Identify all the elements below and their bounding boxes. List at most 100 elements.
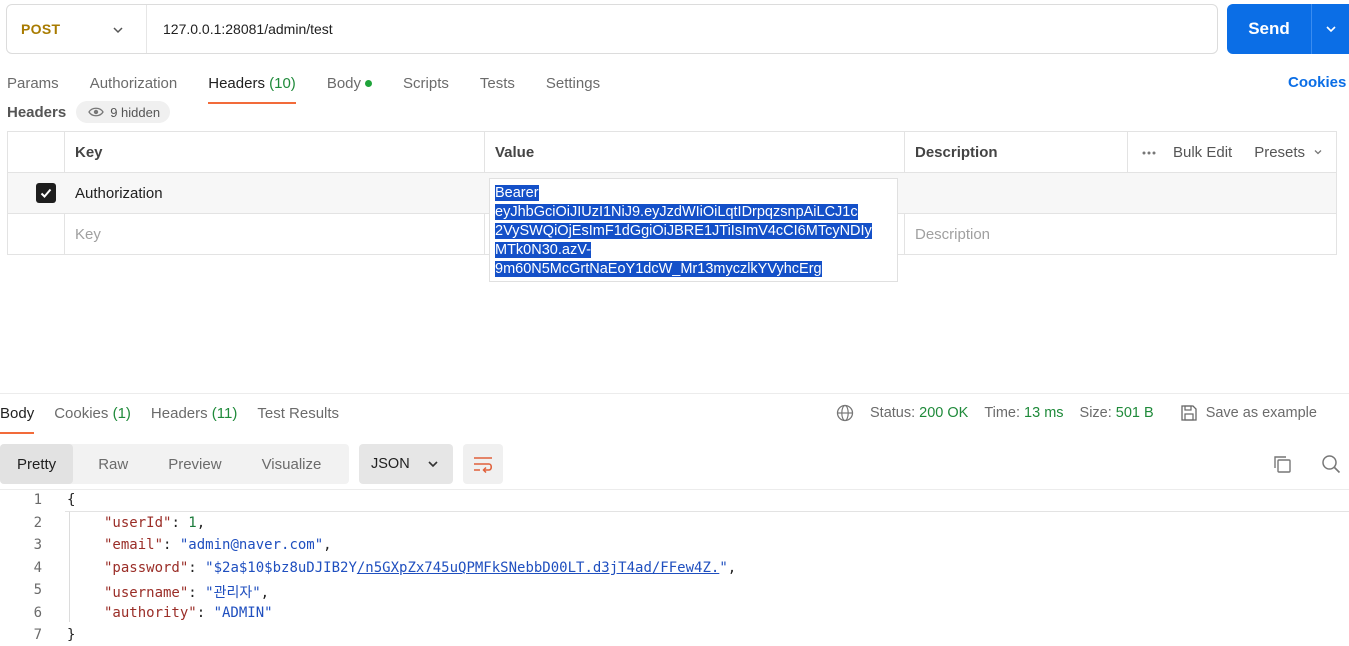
new-key-input[interactable]: Key — [75, 214, 101, 254]
more-options-icon[interactable] — [1141, 150, 1157, 156]
search-icon[interactable] — [1321, 454, 1341, 474]
chevron-down-icon — [428, 461, 438, 468]
tab-count: (10) — [269, 75, 296, 92]
tab-headers[interactable]: Headers (10) — [208, 70, 296, 104]
open-brace: { — [67, 492, 76, 508]
cookies-link[interactable]: Cookies — [1288, 74, 1346, 91]
view-tab-preview[interactable]: Preview — [153, 444, 236, 484]
tab-settings[interactable]: Settings — [546, 70, 600, 104]
save-icon — [1181, 405, 1197, 421]
response-tab-test-results[interactable]: Test Results — [257, 402, 339, 434]
send-button[interactable]: Send — [1227, 4, 1311, 54]
response-body-editor[interactable]: 1 2 3 4 5 6 7 { "userId": 1, "email": "a… — [0, 489, 1349, 646]
url-bar: POST 127.0.0.1:28081/admin/test — [6, 4, 1218, 54]
headers-title: Headers — [7, 103, 67, 121]
tab-label: Params — [7, 75, 59, 92]
view-tab-visualize[interactable]: Visualize — [247, 444, 337, 484]
row-checkbox[interactable] — [36, 173, 56, 213]
chevron-down-icon — [113, 27, 123, 34]
tab-body[interactable]: Body — [326, 70, 373, 104]
check-icon — [40, 188, 52, 198]
column-header-key: Key — [75, 143, 103, 161]
status-value[interactable]: 200 OK — [919, 405, 968, 421]
modified-dot-icon — [365, 79, 373, 87]
copy-icon[interactable] — [1272, 454, 1292, 474]
tab-label: Headers — [208, 75, 265, 92]
response-tab-body[interactable]: Body — [0, 402, 35, 434]
column-header-value: Value — [495, 143, 535, 161]
globe-icon[interactable] — [836, 404, 854, 422]
wrap-lines-button[interactable] — [463, 444, 503, 484]
method-select[interactable]: POST — [7, 5, 147, 53]
code-line: { — [67, 492, 75, 508]
size-value[interactable]: 501 B — [1116, 405, 1154, 421]
value-line: 2VySWQiOjEsImF1dGgiOiJBRE1JTiIsImV4cCI6M… — [495, 223, 872, 239]
code-line: "authority": "ADMIN" — [104, 605, 273, 621]
json-value: "admin@naver.com" — [179, 537, 324, 553]
value-line: MTk0N30.azV- — [495, 242, 591, 258]
tab-label: Authorization — [89, 75, 178, 92]
chevron-down-icon — [1314, 150, 1322, 155]
json-key: "password" — [104, 560, 189, 576]
response-divider[interactable] — [0, 393, 1349, 394]
close-brace: } — [67, 627, 76, 643]
save-as-example-button[interactable]: Save as example — [1180, 404, 1317, 422]
tab-label: Settings — [545, 75, 601, 92]
presets-button[interactable]: Presets — [1254, 144, 1323, 161]
json-value: " — [719, 560, 728, 576]
url-input[interactable]: 127.0.0.1:28081/admin/test — [147, 21, 333, 37]
tab-label: Test Results — [257, 405, 340, 422]
json-value: "ADMIN" — [213, 605, 273, 621]
save-as-example-label: Save as example — [1205, 405, 1317, 421]
time-value[interactable]: 13 ms — [1024, 405, 1064, 421]
hidden-headers-toggle[interactable]: 9 hidden — [76, 101, 171, 123]
tab-tests[interactable]: Tests — [480, 70, 515, 104]
new-description-input[interactable]: Description — [915, 214, 990, 254]
format-select-value: JSON — [371, 456, 410, 472]
headers-section-title: Headers 9 hidden — [7, 101, 171, 123]
tab-label: Tests — [479, 75, 515, 92]
response-tab-headers[interactable]: Headers (11) — [151, 402, 237, 434]
bulk-edit-button[interactable]: Bulk Edit — [1173, 144, 1232, 161]
json-value: "관리자" — [205, 585, 261, 601]
tab-params[interactable]: Params — [7, 70, 59, 104]
line-number: 7 — [33, 627, 42, 643]
response-status-bar: Status: 200 OK Time: 13 ms Size: 501 B S… — [836, 404, 1317, 422]
checkbox[interactable] — [36, 183, 56, 203]
code-line: "email": "admin@naver.com", — [104, 537, 332, 553]
code-line: "password": "$2a$10$bz8uDJIB2Y/n5GXpZx74… — [104, 560, 737, 576]
value-line: eyJhbGciOiJIUzI1NiJ9.eyJzdWIiOiLqtIDrpqz… — [495, 204, 858, 220]
response-tab-cookies[interactable]: Cookies (1) — [54, 402, 131, 434]
column-header-description: Description — [915, 143, 998, 161]
json-key: "email" — [104, 537, 164, 553]
header-key-cell[interactable]: Authorization — [75, 173, 163, 213]
tab-scripts[interactable]: Scripts — [403, 70, 449, 104]
chevron-down-icon — [1325, 26, 1336, 33]
header-value-editor[interactable]: Bearer eyJhbGciOiJIUzI1NiJ9.eyJzdWIiOiLq… — [489, 178, 898, 282]
tab-count: (11) — [211, 405, 238, 422]
method-label: POST — [21, 21, 61, 37]
wrap-lines-icon — [474, 457, 493, 473]
format-select[interactable]: JSON — [359, 444, 453, 484]
line-number: 2 — [33, 515, 42, 531]
eye-icon — [88, 107, 104, 117]
send-button-group: Send — [1227, 4, 1349, 54]
tab-label: Body — [0, 405, 35, 422]
json-value: "$2a$10$bz8uDJIB2Y — [205, 560, 357, 576]
view-tab-pretty[interactable]: Pretty — [0, 444, 74, 484]
size-label: Size: — [1079, 405, 1112, 421]
tab-label: Body — [326, 75, 362, 92]
tab-count: (1) — [112, 405, 131, 422]
json-value-link[interactable]: /n5GXpZx745uQPMFkSNebbD00LT.d3jT4ad/FFew… — [357, 560, 719, 576]
view-tab-raw[interactable]: Raw — [83, 444, 143, 484]
status-label: Status: — [870, 405, 916, 421]
tab-label: Headers — [150, 405, 208, 422]
table-actions: Bulk Edit Presets — [1135, 132, 1323, 173]
time-label: Time: — [984, 405, 1021, 421]
line-number: 5 — [33, 582, 42, 598]
send-options-button[interactable] — [1311, 4, 1349, 54]
tab-authorization[interactable]: Authorization — [90, 70, 178, 104]
tab-label: Scripts — [403, 75, 449, 92]
line-number: 6 — [33, 605, 42, 621]
json-key: "authority" — [104, 605, 197, 621]
